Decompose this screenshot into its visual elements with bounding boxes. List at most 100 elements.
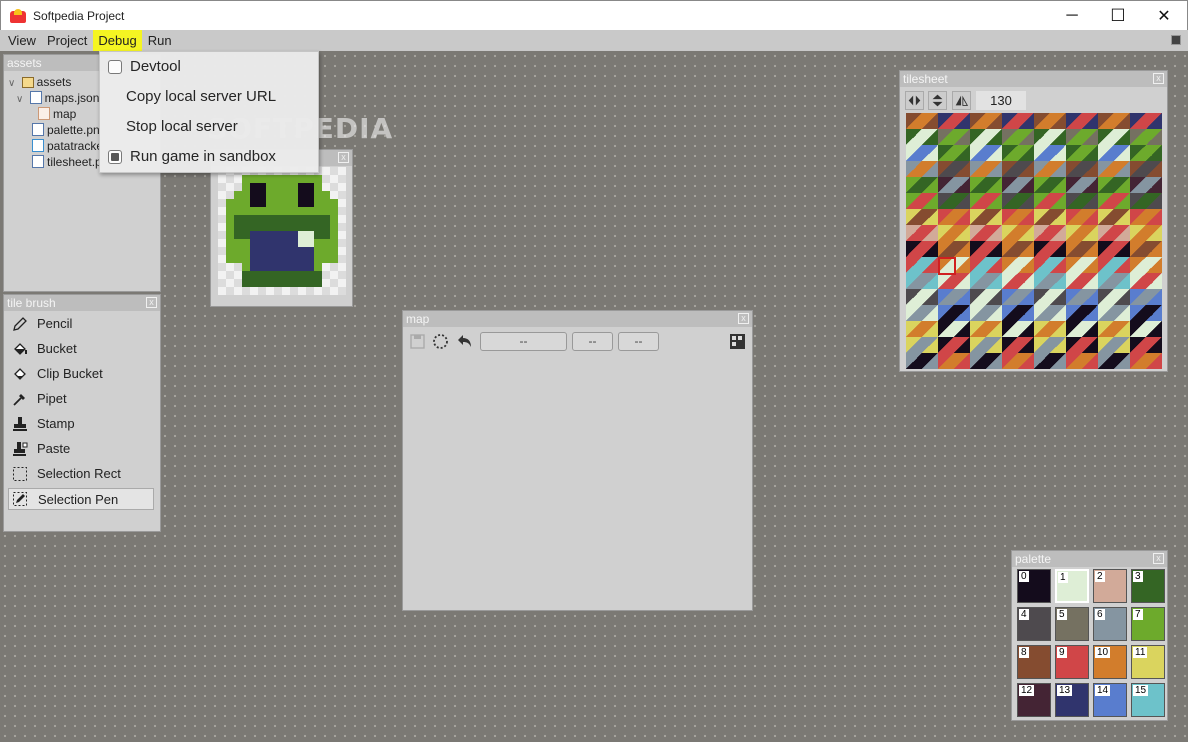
tile[interactable] bbox=[1114, 241, 1130, 257]
tile[interactable] bbox=[922, 337, 938, 353]
tile[interactable] bbox=[1018, 129, 1034, 145]
tile[interactable] bbox=[1050, 321, 1066, 337]
tile[interactable] bbox=[970, 241, 986, 257]
tile[interactable] bbox=[1002, 177, 1018, 193]
tile[interactable] bbox=[906, 193, 922, 209]
tool-paste[interactable]: Paste bbox=[8, 438, 154, 460]
tree-item-maps-json[interactable]: ∨ maps.json bbox=[16, 90, 100, 106]
tile[interactable] bbox=[1050, 209, 1066, 225]
tile[interactable] bbox=[938, 193, 954, 209]
tool-pencil[interactable]: Pencil bbox=[8, 313, 154, 335]
tile[interactable] bbox=[1066, 177, 1082, 193]
tile[interactable] bbox=[1050, 225, 1066, 241]
tile[interactable] bbox=[922, 273, 938, 289]
tile[interactable] bbox=[1018, 353, 1034, 369]
menu-view[interactable]: View bbox=[3, 30, 41, 51]
tile[interactable] bbox=[986, 241, 1002, 257]
tile[interactable] bbox=[938, 161, 954, 177]
tile[interactable] bbox=[938, 305, 954, 321]
tile[interactable] bbox=[986, 193, 1002, 209]
tile[interactable] bbox=[1114, 289, 1130, 305]
tile[interactable] bbox=[1018, 289, 1034, 305]
tile[interactable] bbox=[1098, 241, 1114, 257]
tile[interactable] bbox=[1146, 305, 1162, 321]
tile[interactable] bbox=[1146, 193, 1162, 209]
palette-swatch[interactable]: 6 bbox=[1093, 607, 1127, 641]
tile[interactable] bbox=[954, 241, 970, 257]
tile[interactable] bbox=[1018, 257, 1034, 273]
tool-selection-rect[interactable]: Selection Rect bbox=[8, 463, 154, 485]
tile[interactable] bbox=[954, 321, 970, 337]
tile[interactable] bbox=[1050, 193, 1066, 209]
tile[interactable] bbox=[986, 273, 1002, 289]
tile[interactable] bbox=[906, 161, 922, 177]
close-icon[interactable]: x bbox=[338, 152, 349, 163]
tile[interactable] bbox=[986, 209, 1002, 225]
tile[interactable] bbox=[1098, 305, 1114, 321]
tile[interactable] bbox=[1034, 289, 1050, 305]
tile[interactable] bbox=[906, 209, 922, 225]
tile[interactable] bbox=[1130, 273, 1146, 289]
tile[interactable] bbox=[1098, 209, 1114, 225]
minimize-button[interactable]: ─ bbox=[1049, 1, 1095, 31]
tile[interactable] bbox=[1114, 273, 1130, 289]
rotate-icon[interactable] bbox=[952, 91, 971, 110]
tile[interactable] bbox=[1130, 145, 1146, 161]
tile[interactable] bbox=[1034, 353, 1050, 369]
tile[interactable] bbox=[906, 225, 922, 241]
tile[interactable] bbox=[970, 161, 986, 177]
tile[interactable] bbox=[954, 337, 970, 353]
menu-project[interactable]: Project bbox=[42, 30, 92, 51]
tile[interactable] bbox=[1066, 305, 1082, 321]
checkbox[interactable] bbox=[108, 60, 122, 74]
tile[interactable] bbox=[1050, 145, 1066, 161]
flip-horizontal-icon[interactable] bbox=[905, 91, 924, 110]
tile[interactable] bbox=[1130, 353, 1146, 369]
tilesheet-grid[interactable] bbox=[906, 113, 1162, 369]
menu-item-run-sandbox[interactable]: Run game in sandbox bbox=[100, 142, 318, 172]
tile[interactable] bbox=[1098, 129, 1114, 145]
tile[interactable] bbox=[1018, 161, 1034, 177]
tile[interactable] bbox=[1050, 353, 1066, 369]
tile[interactable] bbox=[1066, 321, 1082, 337]
tile[interactable] bbox=[970, 353, 986, 369]
tile[interactable] bbox=[1146, 225, 1162, 241]
palette-swatch[interactable]: 14 bbox=[1093, 683, 1127, 717]
tile[interactable] bbox=[938, 241, 954, 257]
tile[interactable] bbox=[1050, 241, 1066, 257]
tile[interactable] bbox=[1018, 305, 1034, 321]
tile[interactable] bbox=[954, 273, 970, 289]
tile[interactable] bbox=[906, 113, 922, 129]
tile[interactable] bbox=[986, 305, 1002, 321]
tile[interactable] bbox=[1050, 257, 1066, 273]
tile[interactable] bbox=[1130, 209, 1146, 225]
tile[interactable] bbox=[1146, 161, 1162, 177]
tile[interactable] bbox=[1146, 337, 1162, 353]
tile[interactable] bbox=[1002, 257, 1018, 273]
tile[interactable] bbox=[1050, 113, 1066, 129]
tile[interactable] bbox=[986, 145, 1002, 161]
tile[interactable] bbox=[1130, 129, 1146, 145]
tile[interactable] bbox=[1034, 177, 1050, 193]
tool-clip-bucket[interactable]: Clip Bucket bbox=[8, 363, 154, 385]
tile[interactable] bbox=[1082, 145, 1098, 161]
tile[interactable] bbox=[938, 177, 954, 193]
tile[interactable] bbox=[970, 209, 986, 225]
tile[interactable] bbox=[1050, 305, 1066, 321]
tile[interactable] bbox=[1114, 177, 1130, 193]
tile[interactable] bbox=[1050, 161, 1066, 177]
tile[interactable] bbox=[1002, 113, 1018, 129]
tile[interactable] bbox=[1130, 225, 1146, 241]
undo-icon[interactable] bbox=[455, 332, 474, 351]
tree-item-patatracker[interactable]: patatracker bbox=[32, 138, 100, 154]
tile[interactable] bbox=[1066, 337, 1082, 353]
tile[interactable] bbox=[1082, 273, 1098, 289]
palette-swatch[interactable]: 13 bbox=[1055, 683, 1089, 717]
tile[interactable] bbox=[1082, 209, 1098, 225]
tile[interactable] bbox=[1034, 273, 1050, 289]
tile[interactable] bbox=[1146, 273, 1162, 289]
tile[interactable] bbox=[906, 241, 922, 257]
tile[interactable] bbox=[1002, 353, 1018, 369]
tile[interactable] bbox=[954, 193, 970, 209]
tile[interactable] bbox=[1050, 289, 1066, 305]
